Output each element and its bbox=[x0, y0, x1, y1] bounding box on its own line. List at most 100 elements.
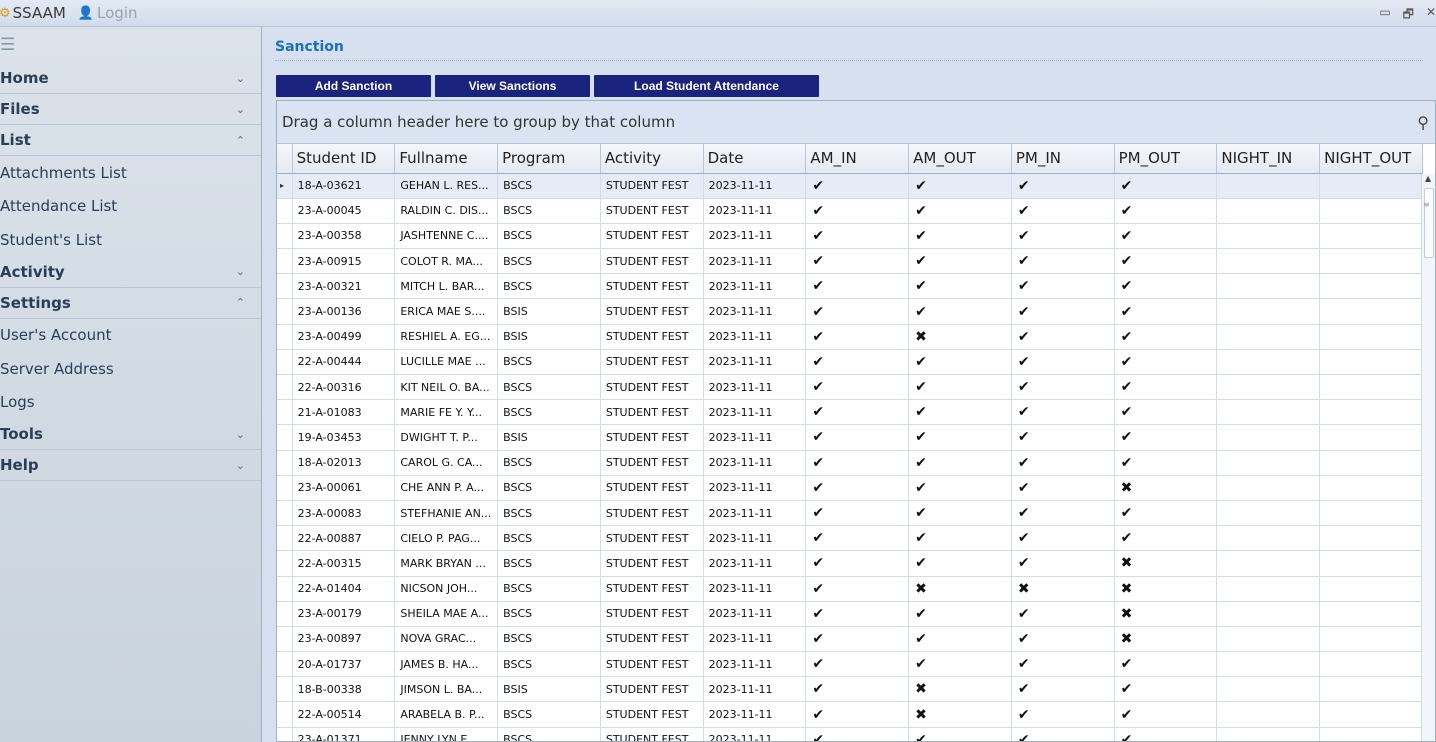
cell-activity[interactable]: STUDENT FEST bbox=[600, 475, 704, 501]
table-row[interactable]: 23-A-00915 COLOT R. MA... BSCS STUDENT FEST… bbox=[277, 248, 1423, 275]
cell-date[interactable]: 2023-11-11 bbox=[703, 298, 807, 325]
table-row[interactable]: 23-A-01371 JENNY LYN E... BSCS STUDENT FEST… bbox=[277, 727, 1423, 741]
cell-am-in[interactable]: ✔ bbox=[805, 298, 910, 325]
cell-night-out[interactable] bbox=[1319, 298, 1423, 325]
cell-student-id[interactable]: 18-A-03621 bbox=[292, 173, 396, 199]
cell-pm-out[interactable]: ✖ bbox=[1114, 475, 1218, 501]
cell-date[interactable]: 2023-11-11 bbox=[703, 273, 807, 300]
cell-pm-in[interactable]: ✔ bbox=[1011, 727, 1115, 741]
cell-pm-in[interactable]: ✔ bbox=[1011, 424, 1115, 451]
cell-pm-out[interactable]: ✔ bbox=[1114, 248, 1218, 275]
minimize-icon[interactable]: ▭ bbox=[1379, 5, 1390, 26]
search-icon[interactable]: ⚲ bbox=[1417, 113, 1429, 132]
cell-pm-in[interactable]: ✖ bbox=[1011, 576, 1115, 602]
table-row[interactable]: 18-B-00338 JIMSON L. BA... BSIS STUDENT FES… bbox=[277, 676, 1423, 703]
cell-pm-in[interactable]: ✔ bbox=[1011, 273, 1115, 300]
cell-am-out[interactable]: ✔ bbox=[908, 298, 1012, 325]
cell-pm-out[interactable]: ✔ bbox=[1114, 525, 1218, 552]
sidebar-group-tools[interactable]: Tools ⌄ bbox=[0, 419, 261, 450]
cell-fullname[interactable]: JIMSON L. BA... bbox=[394, 676, 499, 703]
table-row[interactable]: 23-A-00136 ERICA MAE S.... BSIS STUDENT FES… bbox=[277, 298, 1423, 325]
cell-pm-out[interactable]: ✔ bbox=[1114, 701, 1218, 728]
table-row[interactable]: 22-A-01404 NICSON JOH... BSCS STUDENT FEST 2… bbox=[277, 576, 1423, 602]
cell-am-out[interactable]: ✔ bbox=[908, 500, 1012, 527]
cell-pm-out[interactable]: ✔ bbox=[1114, 399, 1218, 426]
cell-date[interactable]: 2023-11-11 bbox=[703, 173, 807, 199]
cell-pm-out[interactable]: ✖ bbox=[1114, 576, 1218, 602]
cell-student-id[interactable]: 23-A-00897 bbox=[292, 626, 396, 653]
cell-night-in[interactable] bbox=[1216, 525, 1321, 552]
table-row[interactable]: 23-A-00358 JASHTENNE C.... BSCS STUDENT FES… bbox=[277, 223, 1423, 250]
cell-am-in[interactable]: ✔ bbox=[805, 324, 910, 350]
cell-date[interactable]: 2023-11-11 bbox=[703, 701, 807, 728]
cell-am-out[interactable]: ✔ bbox=[908, 399, 1012, 426]
cell-student-id[interactable]: 23-A-00358 bbox=[292, 223, 396, 250]
cell-pm-out[interactable]: ✔ bbox=[1114, 651, 1218, 678]
cell-night-out[interactable] bbox=[1319, 525, 1423, 552]
table-row[interactable]: 23-A-00499 RESHIEL A. EG... BSIS STUDENT FE… bbox=[277, 324, 1423, 350]
cell-activity[interactable]: STUDENT FEST bbox=[600, 525, 704, 552]
cell-student-id[interactable]: 22-A-00316 bbox=[292, 374, 396, 401]
cell-fullname[interactable]: MARIE FE Y. Y... bbox=[394, 399, 499, 426]
cell-pm-in[interactable]: ✔ bbox=[1011, 298, 1115, 325]
cell-student-id[interactable]: 21-A-01083 bbox=[292, 399, 396, 426]
cell-activity[interactable]: STUDENT FEST bbox=[600, 424, 704, 451]
column-header-activity[interactable]: Activity bbox=[600, 144, 704, 174]
cell-fullname[interactable]: KIT NEIL O. BA... bbox=[394, 374, 499, 401]
cell-pm-out[interactable]: ✔ bbox=[1114, 198, 1218, 224]
cell-fullname[interactable]: ARABELA B. P... bbox=[394, 701, 499, 728]
cell-am-out[interactable]: ✖ bbox=[908, 324, 1012, 350]
cell-fullname[interactable]: MITCH L. BAR... bbox=[394, 273, 499, 300]
cell-fullname[interactable]: NICSON JOH... bbox=[394, 576, 499, 602]
cell-program[interactable]: BSCS bbox=[497, 374, 601, 401]
cell-pm-in[interactable]: ✔ bbox=[1011, 525, 1115, 552]
cell-activity[interactable]: STUDENT FEST bbox=[600, 223, 704, 250]
cell-date[interactable]: 2023-11-11 bbox=[703, 248, 807, 275]
cell-program[interactable]: BSIS bbox=[497, 324, 601, 350]
cell-am-in[interactable]: ✔ bbox=[805, 601, 910, 627]
column-header-program[interactable]: Program bbox=[497, 144, 601, 174]
cell-am-out[interactable]: ✔ bbox=[908, 550, 1012, 577]
cell-night-out[interactable] bbox=[1319, 550, 1423, 577]
cell-date[interactable]: 2023-11-11 bbox=[703, 525, 807, 552]
cell-pm-out[interactable]: ✔ bbox=[1114, 223, 1218, 250]
cell-program[interactable]: BSCS bbox=[497, 173, 601, 199]
sidebar-group-activity[interactable]: Activity ⌄ bbox=[0, 257, 261, 288]
cell-night-out[interactable] bbox=[1319, 576, 1423, 602]
cell-night-in[interactable] bbox=[1216, 500, 1321, 527]
cell-student-id[interactable]: 20-A-01737 bbox=[292, 651, 396, 678]
table-row[interactable]: 18-A-02013 CAROL G. CA... BSCS STUDENT FEST… bbox=[277, 450, 1423, 476]
cell-student-id[interactable]: 22-A-01404 bbox=[292, 576, 396, 602]
cell-pm-out[interactable]: ✔ bbox=[1114, 450, 1218, 476]
cell-student-id[interactable]: 22-A-00887 bbox=[292, 525, 396, 552]
cell-activity[interactable]: STUDENT FEST bbox=[600, 576, 704, 602]
cell-night-in[interactable] bbox=[1216, 223, 1321, 250]
sidebar-item-server-address[interactable]: Server Address bbox=[0, 352, 261, 386]
cell-night-in[interactable] bbox=[1216, 273, 1321, 300]
column-header-night-out[interactable]: NIGHT_OUT bbox=[1319, 144, 1423, 174]
cell-am-in[interactable]: ✔ bbox=[805, 173, 910, 199]
cell-night-out[interactable] bbox=[1319, 374, 1423, 401]
cell-pm-in[interactable]: ✔ bbox=[1011, 601, 1115, 627]
cell-night-out[interactable] bbox=[1319, 399, 1423, 426]
cell-pm-in[interactable]: ✔ bbox=[1011, 324, 1115, 350]
cell-night-in[interactable] bbox=[1216, 349, 1321, 376]
cell-fullname[interactable]: JASHTENNE C.... bbox=[394, 223, 499, 250]
cell-date[interactable]: 2023-11-11 bbox=[703, 349, 807, 376]
table-row[interactable]: 23-A-00179 SHEILA MAE A... BSCS STUDENT FES… bbox=[277, 601, 1423, 627]
sidebar-item-logs[interactable]: Logs bbox=[0, 386, 261, 420]
cell-activity[interactable]: STUDENT FEST bbox=[600, 374, 704, 401]
table-row[interactable]: ▸ 18-A-03621 GEHAN L. RES... BSCS STUDENT FE… bbox=[277, 173, 1423, 199]
close-icon[interactable]: ✕ bbox=[1426, 5, 1436, 26]
cell-am-in[interactable]: ✔ bbox=[805, 198, 910, 224]
table-row[interactable]: 23-A-00083 STEFHANIE AN... BSCS STUDENT FES… bbox=[277, 500, 1423, 527]
cell-am-out[interactable]: ✔ bbox=[908, 424, 1012, 451]
cell-am-in[interactable]: ✔ bbox=[805, 273, 910, 300]
cell-fullname[interactable]: STEFHANIE AN... bbox=[394, 500, 499, 527]
cell-activity[interactable]: STUDENT FEST bbox=[600, 173, 704, 199]
cell-night-in[interactable] bbox=[1216, 374, 1321, 401]
cell-activity[interactable]: STUDENT FEST bbox=[600, 676, 704, 703]
cell-student-id[interactable]: 22-A-00315 bbox=[292, 550, 396, 577]
cell-am-out[interactable]: ✔ bbox=[908, 727, 1012, 741]
cell-am-in[interactable]: ✔ bbox=[805, 651, 910, 678]
